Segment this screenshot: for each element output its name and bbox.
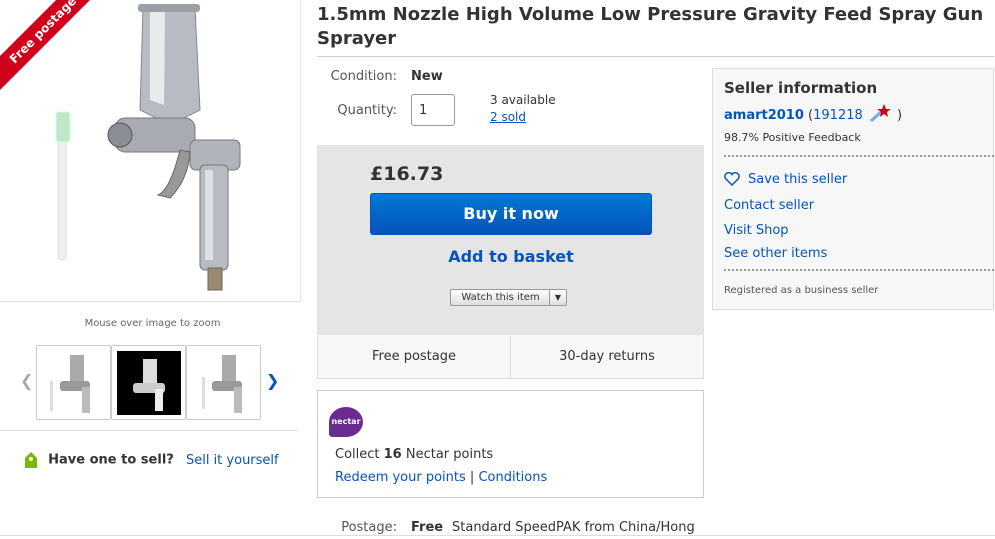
see-other-items-link[interactable]: See other items <box>724 246 827 261</box>
visit-shop-link[interactable]: Visit Shop <box>724 223 789 238</box>
returns-perk: 30-day returns <box>510 335 703 378</box>
item-title: 1.5mm Nozzle High Volume Low Pressure Gr… <box>317 4 984 49</box>
free-postage-perk: Free postage <box>371 349 456 364</box>
conditions-link[interactable]: Conditions <box>478 470 547 485</box>
divider <box>0 535 995 536</box>
nectar-collect-text: Collect 16 Nectar points <box>335 447 493 462</box>
save-seller-link[interactable]: Save this seller <box>724 172 847 187</box>
chevron-right-icon[interactable]: ❯ <box>266 371 279 390</box>
buy-box: £16.73 Buy it now Add to basket Watch th… <box>317 145 704 335</box>
thumbnail-3[interactable] <box>186 345 261 420</box>
watch-item-label: Watch this item <box>461 292 540 303</box>
sell-question: Have one to sell? <box>48 452 174 468</box>
price-tag-icon <box>25 452 37 468</box>
thumbnail-2[interactable] <box>111 345 186 420</box>
thumbnail-1[interactable] <box>36 345 111 420</box>
seller-heading: Seller information <box>724 79 878 97</box>
positive-feedback: 98.7% Positive Feedback <box>724 131 861 144</box>
nectar-collect-suffix: Nectar points <box>401 447 494 462</box>
nectar-links: Redeem your points | Conditions <box>335 470 547 485</box>
main-image-pane[interactable]: Free postage <box>0 0 301 302</box>
seller-name-row: amart2010 (191218 ) <box>724 103 902 123</box>
seller-username-link[interactable]: amart2010 <box>724 108 804 123</box>
chevron-down-icon[interactable]: ▼ <box>549 290 566 305</box>
contact-seller-link[interactable]: Contact seller <box>724 198 814 213</box>
perks-bar: Free postage 30-day returns <box>317 335 704 379</box>
watch-item-button[interactable]: Watch this item ▼ <box>450 289 567 306</box>
divider <box>0 430 298 431</box>
condition-label: Condition: <box>330 69 397 84</box>
sell-it-yourself-link[interactable]: Sell it yourself <box>186 453 279 468</box>
postage-value: Free <box>411 520 444 535</box>
available-count: 3 available <box>490 93 556 107</box>
thumbnail-strip: ❮ ❯ <box>0 343 300 423</box>
buy-it-now-button[interactable]: Buy it now <box>370 193 652 235</box>
divider <box>724 269 994 271</box>
feedback-score-link[interactable]: 191218 <box>813 108 863 123</box>
postage-label: Postage: <box>341 520 397 535</box>
quantity-label: Quantity: <box>337 103 397 118</box>
spray-gun-image <box>55 4 241 291</box>
condition-value: New <box>411 69 443 84</box>
nectar-logo-icon: nectar <box>329 407 363 437</box>
spray-gun-thumb-icon <box>50 355 90 413</box>
price: £16.73 <box>370 163 444 185</box>
nectar-panel: nectar Collect 16 Nectar points Redeem y… <box>317 390 704 498</box>
divider <box>724 155 994 157</box>
spray-gun-thumb-icon <box>133 359 165 411</box>
business-seller-note: Registered as a business seller <box>724 285 879 296</box>
shooting-star-icon <box>869 104 891 123</box>
seller-info-panel: Seller information amart2010 (191218 ) 9… <box>712 68 994 310</box>
spray-gun-thumb-icon <box>202 355 242 413</box>
chevron-left-icon[interactable]: ❮ <box>20 371 33 390</box>
add-to-basket-link[interactable]: Add to basket <box>370 247 652 266</box>
score-open: ( <box>803 108 814 123</box>
nectar-separator: | <box>465 470 479 485</box>
nectar-collect-prefix: Collect <box>335 447 384 462</box>
nectar-points: 16 <box>383 447 402 462</box>
quantity-input[interactable] <box>411 94 455 126</box>
heart-icon <box>724 172 740 186</box>
sell-yours-row: Have one to sell? Sell it yourself <box>24 451 279 469</box>
postage-description: Standard SpeedPAK from China/Hong <box>452 520 695 535</box>
sold-count-link[interactable]: 2 sold <box>490 110 526 124</box>
redeem-points-link[interactable]: Redeem your points <box>335 470 466 485</box>
zoom-hint: Mouse over image to zoom <box>84 318 221 329</box>
save-seller-label: Save this seller <box>748 172 848 187</box>
divider <box>317 56 994 57</box>
score-close: ) <box>892 108 903 123</box>
